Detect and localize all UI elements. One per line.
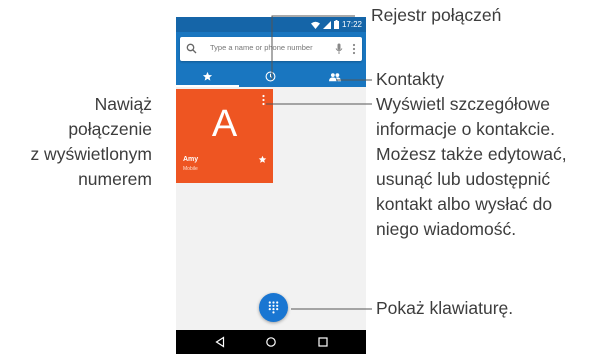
annotation-details-line: Wyświetl szczegółowe bbox=[376, 94, 550, 114]
annotation-keypad: Pokaż klawiaturę. bbox=[376, 298, 514, 318]
annotation-call-log: Rejestr połączeń bbox=[371, 5, 502, 25]
annotation-call-number-line: połączenie bbox=[68, 119, 152, 139]
annotation-call-number-line: numerem bbox=[78, 169, 152, 189]
annotation-details-line: Możesz także edytować, bbox=[376, 144, 567, 164]
annotation-details-line: niego wiadomość. bbox=[376, 219, 517, 239]
annotation-details-line: usunąć lub udostępnić bbox=[376, 169, 551, 189]
annotation-contacts: Kontakty bbox=[376, 69, 445, 89]
annotation-call-number-line: z wyświetlonym bbox=[30, 144, 152, 164]
annotation-call-number-line: Nawiąż bbox=[94, 94, 152, 114]
annotation-call-number: Nawiąż połączenie z wyświetlonym numerem bbox=[30, 92, 152, 192]
leader-call-log bbox=[271, 15, 355, 80]
annotation-details-line: informacje o kontakcie. bbox=[376, 119, 555, 139]
annotation-details-line: kontakt albo wysłać do bbox=[376, 194, 553, 214]
annotation-details: Wyświetl szczegółowe informacje o kontak… bbox=[376, 92, 567, 242]
